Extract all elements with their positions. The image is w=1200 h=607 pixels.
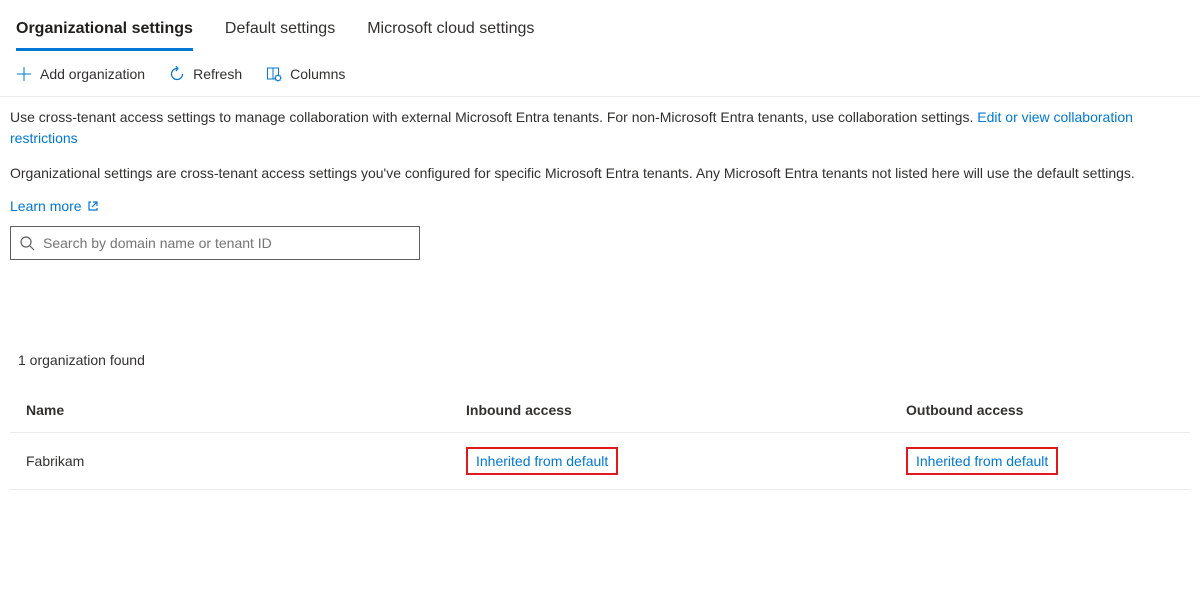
column-header-name[interactable]: Name <box>26 402 466 418</box>
settings-tabs: Organizational settings Default settings… <box>0 0 1200 52</box>
description-paragraph-1: Use cross-tenant access settings to mana… <box>10 107 1190 149</box>
toolbar: Add organization Refresh Columns <box>0 52 1200 97</box>
refresh-label: Refresh <box>193 66 242 82</box>
columns-label: Columns <box>290 66 345 82</box>
refresh-button[interactable]: Refresh <box>169 66 242 82</box>
refresh-icon <box>169 66 185 82</box>
learn-more-label: Learn more <box>10 198 82 214</box>
columns-icon <box>266 66 282 82</box>
table-header-row: Name Inbound access Outbound access <box>10 388 1190 433</box>
learn-more-link[interactable]: Learn more <box>10 198 99 214</box>
column-header-outbound[interactable]: Outbound access <box>906 402 1174 418</box>
description-text-1: Use cross-tenant access settings to mana… <box>10 109 977 125</box>
plus-icon <box>16 66 32 82</box>
outbound-access-link[interactable]: Inherited from default <box>906 447 1058 475</box>
inbound-access-link[interactable]: Inherited from default <box>466 447 618 475</box>
search-container <box>10 226 1190 260</box>
description-paragraph-2: Organizational settings are cross-tenant… <box>10 163 1190 184</box>
tab-organizational-settings[interactable]: Organizational settings <box>16 12 193 51</box>
add-organization-label: Add organization <box>40 66 145 82</box>
organization-name: Fabrikam <box>26 453 466 469</box>
table-row: Fabrikam Inherited from default Inherite… <box>10 433 1190 490</box>
search-input[interactable] <box>43 235 411 251</box>
organizations-table: Name Inbound access Outbound access Fabr… <box>10 388 1190 490</box>
search-icon <box>19 235 35 251</box>
external-link-icon <box>87 200 99 212</box>
tab-microsoft-cloud-settings[interactable]: Microsoft cloud settings <box>367 12 534 51</box>
tab-default-settings[interactable]: Default settings <box>225 12 335 51</box>
column-header-inbound[interactable]: Inbound access <box>466 402 906 418</box>
columns-button[interactable]: Columns <box>266 66 345 82</box>
add-organization-button[interactable]: Add organization <box>16 66 145 82</box>
search-box[interactable] <box>10 226 420 260</box>
content-area: Use cross-tenant access settings to mana… <box>0 97 1200 500</box>
results-count: 1 organization found <box>10 280 1190 388</box>
